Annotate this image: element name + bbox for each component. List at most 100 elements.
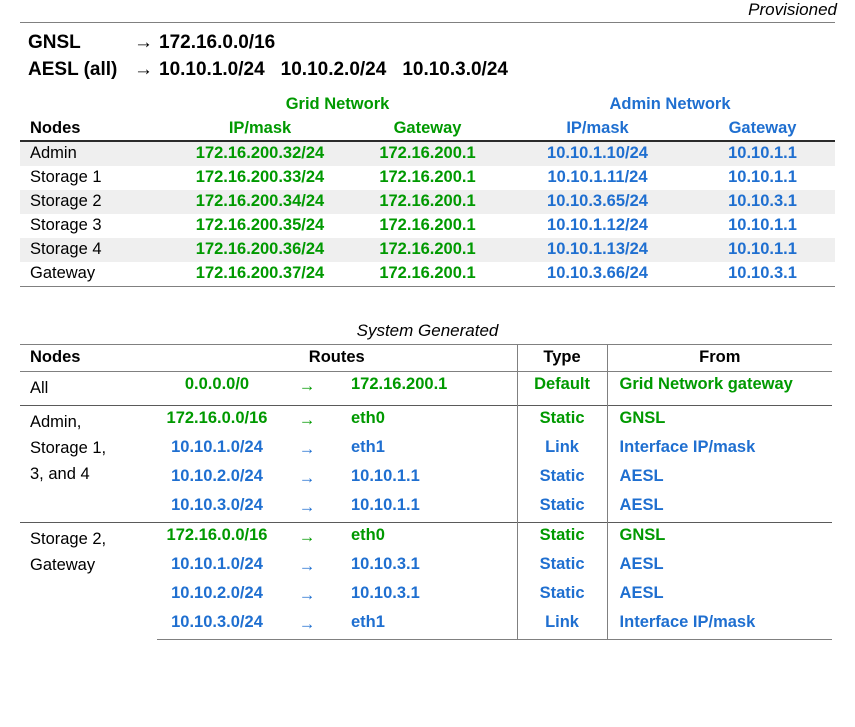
cell-route-destination: 10.10.2.0/24 [157, 464, 277, 493]
nodes-line: Gateway [30, 552, 157, 578]
cell-route-destination: 10.10.1.0/24 [157, 435, 277, 464]
cell-node: Storage 2 [20, 190, 170, 214]
nodes-line: Storage 2, [30, 526, 157, 552]
generated-section: System Generated Nodes Routes Type From … [0, 321, 855, 640]
cell-route-via: eth1 [337, 435, 517, 464]
nodes-line: Admin, [30, 409, 157, 435]
cell-admin-ipmask: 10.10.3.65/24 [505, 190, 690, 214]
cell-route-via: 172.16.200.1 [337, 372, 517, 406]
cell-route-from: GNSL [607, 523, 832, 553]
arrow-right-icon: → [277, 372, 337, 406]
cell-nodes-group: Storage 2,Gateway [20, 523, 157, 640]
cell-route-via: eth0 [337, 406, 517, 436]
cell-route-destination: 10.10.2.0/24 [157, 581, 277, 610]
provisioned-section: Provisioned GNSL→172.16.0.0/16AESL (all)… [0, 0, 855, 287]
table-row: Admin172.16.200.32/24172.16.200.110.10.1… [20, 141, 835, 166]
cell-admin-ipmask: 10.10.1.11/24 [505, 166, 690, 190]
cell-grid-gateway: 172.16.200.1 [350, 262, 505, 287]
summary-line: AESL (all)→10.10.1.0/2410.10.2.0/2410.10… [20, 56, 835, 83]
section-spacer [0, 287, 855, 321]
cell-nodes-group: Admin,Storage 1,3, and 4 [20, 406, 157, 523]
cell-route-type: Static [517, 523, 607, 553]
cell-route-type: Default [517, 372, 607, 406]
summary-line: GNSL→172.16.0.0/16 [20, 29, 835, 56]
cell-route-destination: 10.10.3.0/24 [157, 610, 277, 640]
cell-grid-ipmask: 172.16.200.34/24 [170, 190, 350, 214]
summary-line-label: GNSL [28, 29, 132, 56]
cell-admin-gateway: 10.10.1.1 [690, 238, 835, 262]
table-row: Admin,Storage 1,3, and 4172.16.0.0/16→et… [20, 406, 832, 436]
arrow-right-icon: → [277, 406, 337, 436]
nodes-line: All [30, 375, 157, 401]
arrow-right-icon: → [132, 29, 159, 56]
table-row: All0.0.0.0/0→172.16.200.1DefaultGrid Net… [20, 372, 832, 406]
arrow-right-icon: → [277, 493, 337, 523]
cell-route-from: AESL [607, 552, 832, 581]
cell-grid-ipmask: 172.16.200.35/24 [170, 214, 350, 238]
cell-route-via: 10.10.1.1 [337, 493, 517, 523]
cell-route-via: eth1 [337, 610, 517, 640]
summary-line-value: 10.10.1.0/24 [159, 59, 281, 80]
cell-grid-ipmask: 172.16.200.37/24 [170, 262, 350, 287]
nodes-line: Storage 1, [30, 435, 157, 461]
cell-route-via: 10.10.1.1 [337, 464, 517, 493]
cell-grid-gateway: 172.16.200.1 [350, 238, 505, 262]
cell-node: Storage 3 [20, 214, 170, 238]
column-header-gen-nodes: Nodes [20, 345, 157, 372]
arrow-right-icon: → [132, 56, 159, 83]
generated-table-head: Nodes Routes Type From [20, 345, 832, 372]
cell-route-from: GNSL [607, 406, 832, 436]
table-row: Storage 2172.16.200.34/24172.16.200.110.… [20, 190, 835, 214]
cell-route-type: Static [517, 464, 607, 493]
cell-grid-gateway: 172.16.200.1 [350, 141, 505, 166]
cell-grid-gateway: 172.16.200.1 [350, 190, 505, 214]
column-header-grid-ipmask: IP/mask [170, 117, 350, 141]
arrow-right-icon: → [277, 610, 337, 640]
cell-route-from: AESL [607, 493, 832, 523]
cell-admin-gateway: 10.10.1.1 [690, 166, 835, 190]
cell-route-destination: 10.10.1.0/24 [157, 552, 277, 581]
summary-line-value: 172.16.0.0/16 [159, 32, 291, 53]
cell-route-type: Link [517, 435, 607, 464]
column-header-admin-ipmask: IP/mask [505, 117, 690, 141]
cell-grid-ipmask: 172.16.200.36/24 [170, 238, 350, 262]
cell-route-type: Static [517, 406, 607, 436]
cell-admin-gateway: 10.10.3.1 [690, 262, 835, 287]
arrow-right-icon: → [277, 523, 337, 553]
cell-route-from: AESL [607, 581, 832, 610]
table-row: Storage 3172.16.200.35/24172.16.200.110.… [20, 214, 835, 238]
cell-node: Admin [20, 141, 170, 166]
summary-line-value: 10.10.3.0/24 [402, 59, 524, 80]
column-header-row: Nodes IP/mask Gateway IP/mask Gateway [20, 117, 835, 141]
generated-header-row: Nodes Routes Type From [20, 345, 832, 372]
summary-line-value: 10.10.2.0/24 [281, 59, 403, 80]
cell-node: Storage 4 [20, 238, 170, 262]
cell-grid-ipmask: 172.16.200.32/24 [170, 141, 350, 166]
provisioned-table-head: Grid Network Admin Network Nodes IP/mask… [20, 91, 835, 141]
generated-table-body: All0.0.0.0/0→172.16.200.1DefaultGrid Net… [20, 372, 832, 640]
cell-admin-ipmask: 10.10.1.12/24 [505, 214, 690, 238]
summary-line-label: AESL (all) [28, 56, 132, 83]
arrow-right-icon: → [277, 581, 337, 610]
cell-route-destination: 0.0.0.0/0 [157, 372, 277, 406]
table-row: Gateway172.16.200.37/24172.16.200.110.10… [20, 262, 835, 287]
cell-route-from: Interface IP/mask [607, 610, 832, 640]
cell-route-destination: 10.10.3.0/24 [157, 493, 277, 523]
cell-route-destination: 172.16.0.0/16 [157, 406, 277, 436]
cell-route-type: Link [517, 610, 607, 640]
cell-route-type: Static [517, 552, 607, 581]
generated-caption: System Generated [0, 321, 855, 341]
cell-route-type: Static [517, 581, 607, 610]
column-header-gen-routes: Routes [157, 345, 517, 372]
column-header-gen-type: Type [517, 345, 607, 372]
arrow-right-icon: → [277, 464, 337, 493]
provisioned-summary: GNSL→172.16.0.0/16AESL (all)→10.10.1.0/2… [20, 22, 835, 87]
cell-admin-ipmask: 10.10.1.13/24 [505, 238, 690, 262]
table-row: Storage 1172.16.200.33/24172.16.200.110.… [20, 166, 835, 190]
cell-route-destination: 172.16.0.0/16 [157, 523, 277, 553]
provisioned-caption: Provisioned [0, 0, 855, 20]
cell-grid-ipmask: 172.16.200.33/24 [170, 166, 350, 190]
generated-table: Nodes Routes Type From All0.0.0.0/0→172.… [20, 344, 832, 640]
column-header-gen-from: From [607, 345, 832, 372]
column-header-admin-gateway: Gateway [690, 117, 835, 141]
